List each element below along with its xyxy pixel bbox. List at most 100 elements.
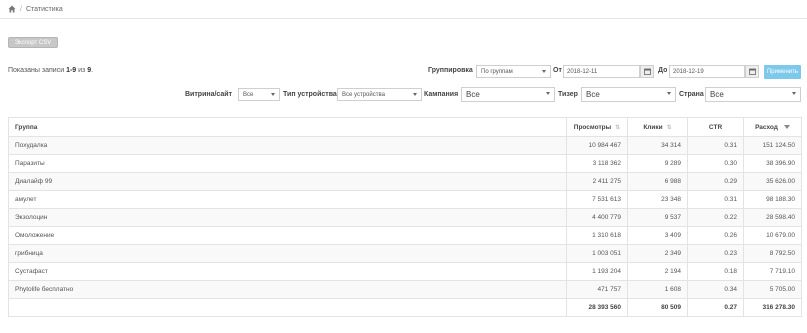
grouping-label: Группировка <box>428 67 473 74</box>
cell-group: Экзолоцин <box>8 208 567 227</box>
cell-clicks: 2 349 <box>627 244 688 263</box>
from-label: От <box>553 67 562 74</box>
statistics-table: Группа Просмотры ⇅ Клики ⇅ CTR Расход Поху… <box>8 117 802 317</box>
cell-group: Паразиты <box>8 154 567 173</box>
table-row: грибница 1 003 051 2 349 0.23 8 792.50 <box>8 244 802 263</box>
chevron-down-icon <box>271 93 275 96</box>
campaign-label: Кампания <box>424 91 459 98</box>
cell-group: Phytolife бесплатно <box>8 280 567 299</box>
showcase-select[interactable]: Все <box>238 88 280 101</box>
table-row: Паразиты 3 118 362 9 289 0.30 38 396.90 <box>8 154 802 173</box>
records-info: Показаны записи 1-9 из 9. <box>8 67 94 74</box>
total-views: 28 393 560 <box>566 298 628 317</box>
export-csv-button[interactable]: Экспорт CSV <box>8 37 58 48</box>
chevron-down-icon <box>546 92 550 95</box>
total-ctr: 0.27 <box>687 298 744 317</box>
cell-clicks: 9 289 <box>627 154 688 173</box>
table-row: Сустафаст 1 193 204 2 194 0.18 7 719.10 <box>8 262 802 281</box>
cell-clicks: 1 608 <box>627 280 688 299</box>
teaser-label: Тизер <box>558 91 578 98</box>
cell-group: амулет <box>8 190 567 209</box>
column-header-spend[interactable]: Расход <box>743 117 802 137</box>
calendar-icon[interactable] <box>640 65 654 78</box>
breadcrumb-separator: / <box>20 5 22 13</box>
cell-clicks: 23 348 <box>627 190 688 209</box>
sort-desc-icon <box>783 124 790 129</box>
country-select[interactable]: Все <box>705 87 801 102</box>
cell-clicks: 9 537 <box>627 208 688 227</box>
device-select[interactable]: Все устройства <box>337 88 422 101</box>
cell-views: 7 531 613 <box>566 190 628 209</box>
cell-ctr: 0.31 <box>687 190 744 209</box>
device-label: Тип устройства <box>283 91 337 98</box>
table-row: Омоложение 1 310 618 3 409 0.26 10 679.0… <box>8 226 802 245</box>
column-header-clicks[interactable]: Клики ⇅ <box>627 117 688 137</box>
cell-spend: 8 792.50 <box>743 244 802 263</box>
cell-ctr: 0.30 <box>687 154 744 173</box>
cell-spend: 7 719.10 <box>743 262 802 281</box>
breadcrumb-current: Статистика <box>25 5 63 13</box>
cell-ctr: 0.23 <box>687 244 744 263</box>
date-from-input[interactable]: 2018-12-11 <box>563 65 640 78</box>
breadcrumb: / Статистика <box>0 0 807 19</box>
totals-row: 28 393 560 80 509 0.27 316 278.30 <box>8 298 802 317</box>
apply-button[interactable]: Применить <box>764 65 801 79</box>
teaser-select[interactable]: Все <box>581 87 676 102</box>
home-icon[interactable] <box>8 5 16 13</box>
country-label: Страна <box>679 91 704 98</box>
cell-ctr: 0.26 <box>687 226 744 245</box>
chevron-down-icon <box>667 92 671 95</box>
sort-icon: ⇅ <box>615 124 621 131</box>
cell-spend: 98 188.30 <box>743 190 802 209</box>
column-header-group[interactable]: Группа <box>8 117 567 137</box>
total-clicks: 80 509 <box>627 298 688 317</box>
sort-icon: ⇅ <box>666 124 672 131</box>
cell-views: 1 310 618 <box>566 226 628 245</box>
column-header-views[interactable]: Просмотры ⇅ <box>566 117 628 137</box>
cell-group: грибница <box>8 244 567 263</box>
table-row: Экзолоцин 4 400 779 9 537 0.22 28 598.40 <box>8 208 802 227</box>
table-row: амулет 7 531 613 23 348 0.31 98 188.30 <box>8 190 802 209</box>
cell-spend: 5 705.00 <box>743 280 802 299</box>
showcase-label: Витрина/сайт <box>185 91 233 98</box>
cell-total-label <box>8 298 567 317</box>
cell-views: 10 984 467 <box>566 136 628 155</box>
cell-clicks: 2 194 <box>627 262 688 281</box>
cell-spend: 35 626.00 <box>743 172 802 191</box>
table-row: Похудалка 10 984 467 34 314 0.31 151 124… <box>8 136 802 155</box>
column-header-ctr[interactable]: CTR <box>687 117 744 137</box>
cell-ctr: 0.31 <box>687 136 744 155</box>
cell-spend: 28 598.40 <box>743 208 802 227</box>
cell-group: Сустафаст <box>8 262 567 281</box>
cell-group: Похудалка <box>8 136 567 155</box>
cell-views: 1 003 051 <box>566 244 628 263</box>
chevron-down-icon <box>792 92 796 95</box>
cell-ctr: 0.34 <box>687 280 744 299</box>
cell-spend: 151 124.50 <box>743 136 802 155</box>
table-row: Phytolife бесплатно 471 757 1 608 0.34 5… <box>8 280 802 299</box>
cell-clicks: 3 409 <box>627 226 688 245</box>
cell-ctr: 0.18 <box>687 262 744 281</box>
cell-group: Омоложение <box>8 226 567 245</box>
cell-clicks: 6 988 <box>627 172 688 191</box>
grouping-select[interactable]: По группам <box>476 65 551 78</box>
calendar-icon[interactable] <box>745 65 759 78</box>
cell-views: 4 400 779 <box>566 208 628 227</box>
date-to-input[interactable]: 2018-12-19 <box>669 65 745 78</box>
cell-group: Диалайф 99 <box>8 172 567 191</box>
campaign-select[interactable]: Все <box>461 87 555 102</box>
cell-ctr: 0.29 <box>687 172 744 191</box>
cell-views: 1 193 204 <box>566 262 628 281</box>
total-spend: 316 278.30 <box>743 298 802 317</box>
chevron-down-icon <box>413 93 417 96</box>
cell-views: 3 118 362 <box>566 154 628 173</box>
chevron-down-icon <box>542 70 546 73</box>
table-row: Диалайф 99 2 411 275 6 988 0.29 35 626.0… <box>8 172 802 191</box>
cell-views: 471 757 <box>566 280 628 299</box>
to-label: До <box>658 67 668 74</box>
cell-spend: 10 679.00 <box>743 226 802 245</box>
cell-spend: 38 396.90 <box>743 154 802 173</box>
cell-views: 2 411 275 <box>566 172 628 191</box>
cell-ctr: 0.22 <box>687 208 744 227</box>
cell-clicks: 34 314 <box>627 136 688 155</box>
